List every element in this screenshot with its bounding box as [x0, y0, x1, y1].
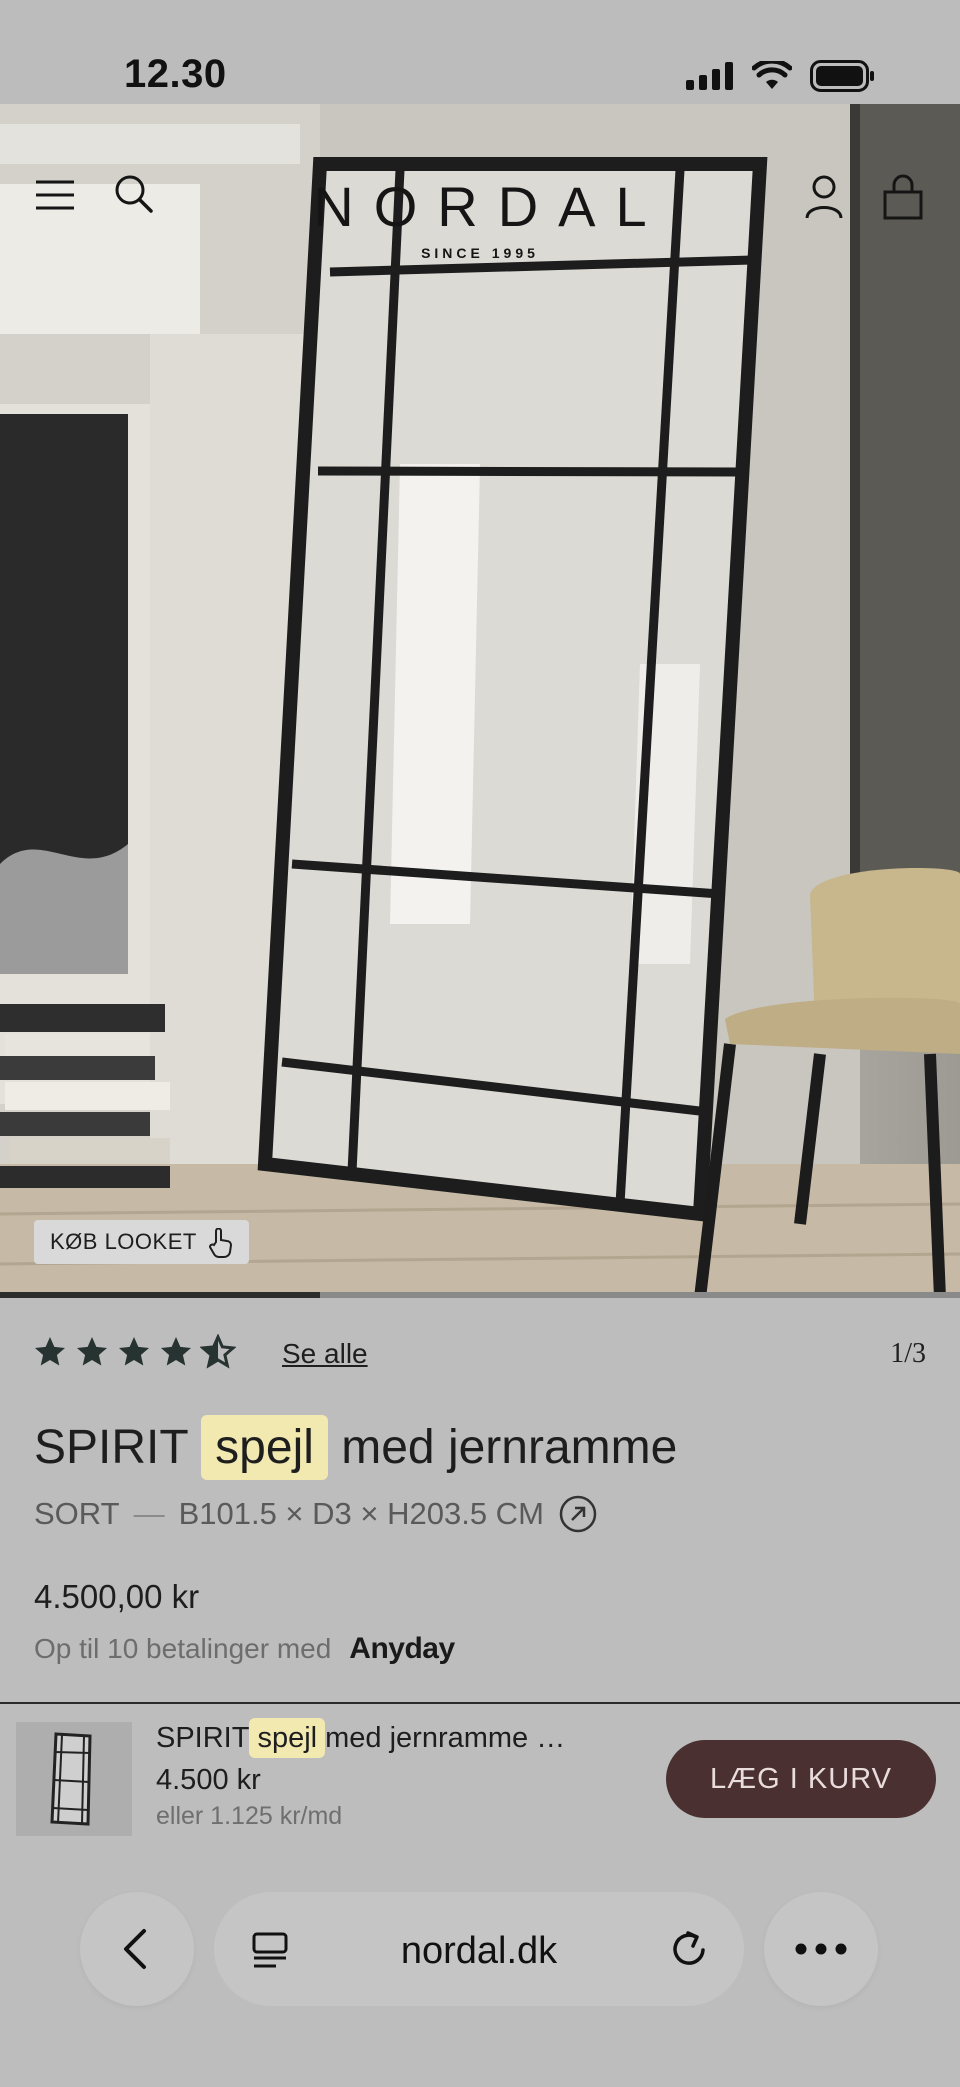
sticky-monthly-price: eller 1.125 kr/md	[156, 1802, 343, 1830]
arrow-up-right-circle-icon[interactable]	[558, 1494, 598, 1534]
product-variant: SORT — B101.5 × D3 × H203.5 CM	[34, 1494, 598, 1534]
star-full-icon	[161, 1337, 191, 1366]
address-bar[interactable]: nordal.dk	[214, 1892, 744, 2006]
back-button[interactable]	[80, 1892, 194, 2006]
star-full-icon	[119, 1337, 149, 1366]
carousel-progress	[0, 1292, 960, 1298]
star-half-icon	[200, 1334, 236, 1369]
title-part: med jernramme …	[325, 1722, 566, 1754]
sticky-bar-divider	[0, 1702, 960, 1704]
site-header: NORDAL SINCE 1995	[0, 104, 960, 261]
search-highlight: spejl	[249, 1718, 326, 1758]
shop-the-look-label: KØB LOOKET	[50, 1229, 197, 1254]
see-all-reviews-link[interactable]: Se alle	[282, 1338, 368, 1370]
status-bar: 12.30	[0, 0, 960, 104]
anyday-logo: Anyday	[349, 1632, 455, 1665]
star-full-icon	[77, 1337, 107, 1366]
star-full-icon	[35, 1337, 65, 1366]
product-image-carousel[interactable]	[0, 104, 960, 1298]
sticky-product-title: SPIRIT spejl med jernramme …	[156, 1718, 566, 1758]
logo-tagline: SINCE 1995	[421, 245, 539, 261]
hero-photo	[0, 104, 960, 1298]
title-part: SPIRIT	[156, 1722, 250, 1754]
reload-icon[interactable]	[668, 1928, 710, 1970]
battery-icon	[810, 60, 874, 92]
product-thumbnail	[16, 1722, 132, 1836]
product-rating	[32, 1334, 236, 1370]
chevron-left-icon	[124, 1929, 146, 1969]
account-icon[interactable]	[804, 174, 844, 220]
variant-dimensions: B101.5 × D3 × H203.5 CM	[178, 1496, 544, 1531]
product-price: 4.500,00 kr	[34, 1578, 200, 1615]
image-pager: 1/3	[890, 1338, 926, 1369]
variant-separator: —	[133, 1496, 165, 1531]
sticky-price: 4.500 kr	[156, 1764, 261, 1796]
more-options-button[interactable]	[764, 1892, 878, 2006]
carousel-progress-fill	[0, 1292, 320, 1298]
shopping-bag-icon[interactable]	[882, 174, 924, 220]
title-part: SPIRIT	[34, 1421, 188, 1474]
product-title: SPIRIT spejl med jernramme	[34, 1415, 678, 1480]
mirror-thumbnail-image	[50, 1732, 92, 1826]
url-text: nordal.dk	[400, 1930, 558, 1972]
shop-the-look-button[interactable]: KØB LOOKET	[34, 1220, 249, 1264]
title-part: med jernramme	[341, 1421, 678, 1474]
add-to-cart-button[interactable]: LÆG I KURV	[666, 1740, 936, 1818]
variant-color: SORT	[34, 1496, 120, 1531]
cellular-signal-icon	[686, 62, 733, 90]
installments-text: Op til 10 betalinger med	[34, 1633, 332, 1664]
installments-info: Op til 10 betalinger med Anyday	[34, 1632, 455, 1666]
ellipsis-icon	[795, 1943, 847, 1955]
search-highlight: spejl	[201, 1415, 328, 1480]
status-time: 12.30	[124, 52, 227, 96]
status-icons	[686, 60, 876, 92]
pointer-hand-icon	[208, 1228, 232, 1258]
wifi-icon	[752, 61, 792, 89]
